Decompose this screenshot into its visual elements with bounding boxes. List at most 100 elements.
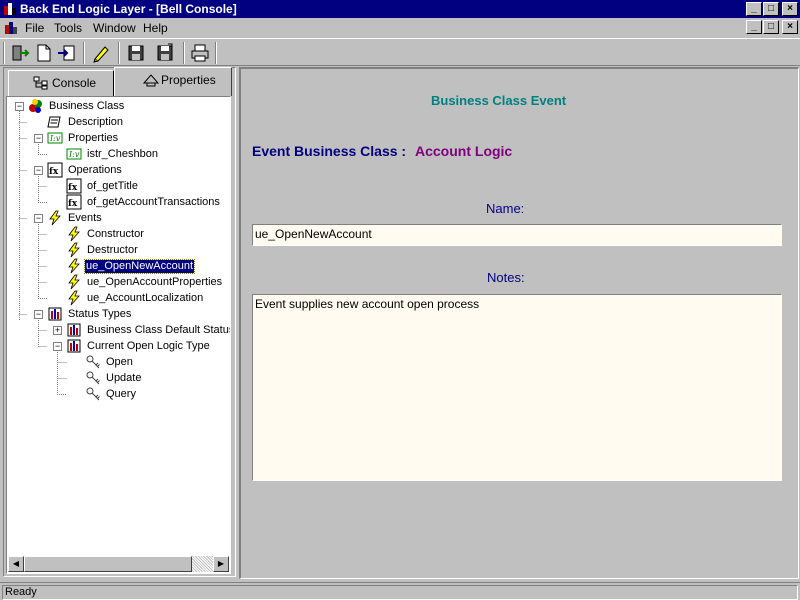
key-icon [86, 371, 100, 385]
menu-tools[interactable]: Tools [54, 21, 82, 35]
tree-node-description[interactable]: Description [67, 116, 124, 129]
tree-node-constructor[interactable]: Constructor [86, 228, 145, 241]
tree-node-open[interactable]: Open [105, 356, 134, 369]
svg-text:fx: fx [68, 199, 78, 209]
status-type-icon [48, 307, 62, 321]
tree-node-destructor[interactable]: Destructor [86, 244, 139, 257]
expander-properties[interactable]: − [34, 134, 43, 143]
svg-text:fx: fx [68, 183, 78, 193]
toolbar-separator [183, 42, 185, 64]
function-icon: fx [47, 162, 63, 178]
console-icon [33, 76, 48, 90]
tab-properties-label: Properties [161, 73, 216, 87]
tree-node-update[interactable]: Update [105, 372, 142, 385]
status-type-icon [67, 323, 81, 337]
notes-label: Notes: [487, 270, 525, 285]
toolbar [0, 38, 800, 66]
app-icon [4, 3, 16, 15]
tree-node-status-current[interactable]: Current Open Logic Type [86, 340, 211, 353]
business-class-icon [29, 99, 42, 113]
tree-node-of-getaccounttransactions[interactable]: of_getAccountTransactions [86, 196, 221, 209]
function-icon: fx [66, 178, 82, 194]
lightning-icon [68, 226, 80, 242]
title-bar: Back End Logic Layer - [Bell Console] _ … [0, 0, 800, 18]
tree-node-business-class[interactable]: Business Class [48, 100, 125, 113]
lightning-icon [68, 242, 80, 258]
tree-node-ue-opennewaccount[interactable]: ue_OpenNewAccount [83, 259, 196, 274]
status-type-icon [67, 339, 81, 353]
save-icon[interactable] [125, 42, 147, 64]
tree-node-ue-accountlocalization[interactable]: ue_AccountLocalization [86, 292, 204, 305]
toolbar-separator [118, 42, 120, 64]
scroll-right-button[interactable]: ▶ [213, 556, 229, 572]
property-icon: I:v [47, 132, 63, 144]
lightning-icon [68, 274, 80, 290]
description-icon [47, 116, 61, 128]
svg-text:I:v: I:v [68, 150, 80, 159]
menu-help[interactable]: Help [143, 21, 168, 35]
event-detail-pane: Business Class Event Event Business Clas… [239, 67, 799, 579]
new-icon[interactable] [33, 42, 55, 64]
scroll-thumb[interactable] [24, 556, 192, 572]
function-icon: fx [66, 194, 82, 210]
class-tree[interactable]: − Business Class Description − I:v Prope… [6, 96, 231, 574]
key-icon [86, 387, 100, 401]
expander-status-types[interactable]: − [34, 310, 43, 319]
doc-minimize-button[interactable]: _ [746, 20, 762, 34]
event-business-class-label: Event Business Class : [252, 143, 407, 159]
tree-node-events[interactable]: Events [67, 212, 103, 225]
lightning-icon [68, 258, 80, 274]
name-field[interactable]: ue_OpenNewAccount [252, 224, 782, 246]
expander-status-current[interactable]: − [53, 342, 62, 351]
svg-text:fx: fx [49, 167, 59, 177]
doc-restore-button[interactable]: □ [763, 20, 779, 34]
expander-status-default[interactable]: + [53, 326, 62, 335]
lightning-icon [68, 290, 80, 306]
scroll-track[interactable] [192, 556, 213, 572]
expander-business-class[interactable]: − [15, 102, 24, 111]
menu-window[interactable]: Window [93, 21, 136, 35]
scroll-left-button[interactable]: ◀ [8, 556, 24, 572]
menu-file[interactable]: File [25, 21, 44, 35]
tree-node-istr-cheshbon[interactable]: istr_Cheshbon [86, 148, 159, 161]
tree-node-operations[interactable]: Operations [67, 164, 123, 177]
tab-console-label: Console [52, 76, 97, 90]
edit-icon[interactable] [90, 42, 112, 64]
tree-node-query[interactable]: Query [105, 388, 137, 401]
status-bar: Ready [0, 582, 800, 600]
tab-console[interactable]: Console [8, 70, 114, 96]
minimize-button[interactable]: _ [746, 2, 762, 16]
status-text: Ready [2, 585, 798, 600]
exit-icon[interactable] [9, 42, 31, 64]
print-icon[interactable] [189, 42, 211, 64]
window-title: Back End Logic Layer - [Bell Console] [20, 2, 237, 16]
tree-node-status-default[interactable]: Business Class Default Status [86, 324, 230, 337]
event-business-class-value: Account Logic [415, 143, 513, 159]
tree-node-properties[interactable]: Properties [67, 132, 119, 145]
close-button[interactable]: × [782, 2, 798, 16]
key-icon [86, 355, 100, 369]
toolbar-separator [215, 42, 217, 64]
tab-properties[interactable]: Properties [114, 67, 232, 96]
notes-field[interactable]: Event supplies new account open process [252, 294, 782, 481]
form-heading: Business Class Event [431, 93, 567, 108]
tree-node-status-types[interactable]: Status Types [67, 308, 132, 321]
toolbar-grip [3, 42, 5, 64]
lightning-icon [49, 210, 61, 226]
expander-operations[interactable]: − [34, 166, 43, 175]
tree-node-of-gettitle[interactable]: of_getTitle [86, 180, 139, 193]
menu-bar: File Tools Window Help _ □ × [0, 18, 800, 38]
expander-events[interactable]: − [34, 214, 43, 223]
document-menu-icon[interactable] [3, 20, 19, 36]
save-as-icon[interactable] [154, 42, 176, 64]
doc-close-button[interactable]: × [782, 20, 798, 34]
properties-icon [143, 74, 159, 87]
tree-node-ue-openaccountproperties[interactable]: ue_OpenAccountProperties [86, 276, 223, 289]
import-icon[interactable] [55, 42, 77, 64]
maximize-button[interactable]: □ [763, 2, 779, 16]
name-label: Name: [486, 201, 525, 216]
toolbar-separator [83, 42, 85, 64]
property-icon: I:v [66, 148, 82, 160]
svg-text:I:v: I:v [49, 134, 61, 143]
tree-horizontal-scrollbar[interactable]: ◀ ▶ [8, 556, 229, 572]
